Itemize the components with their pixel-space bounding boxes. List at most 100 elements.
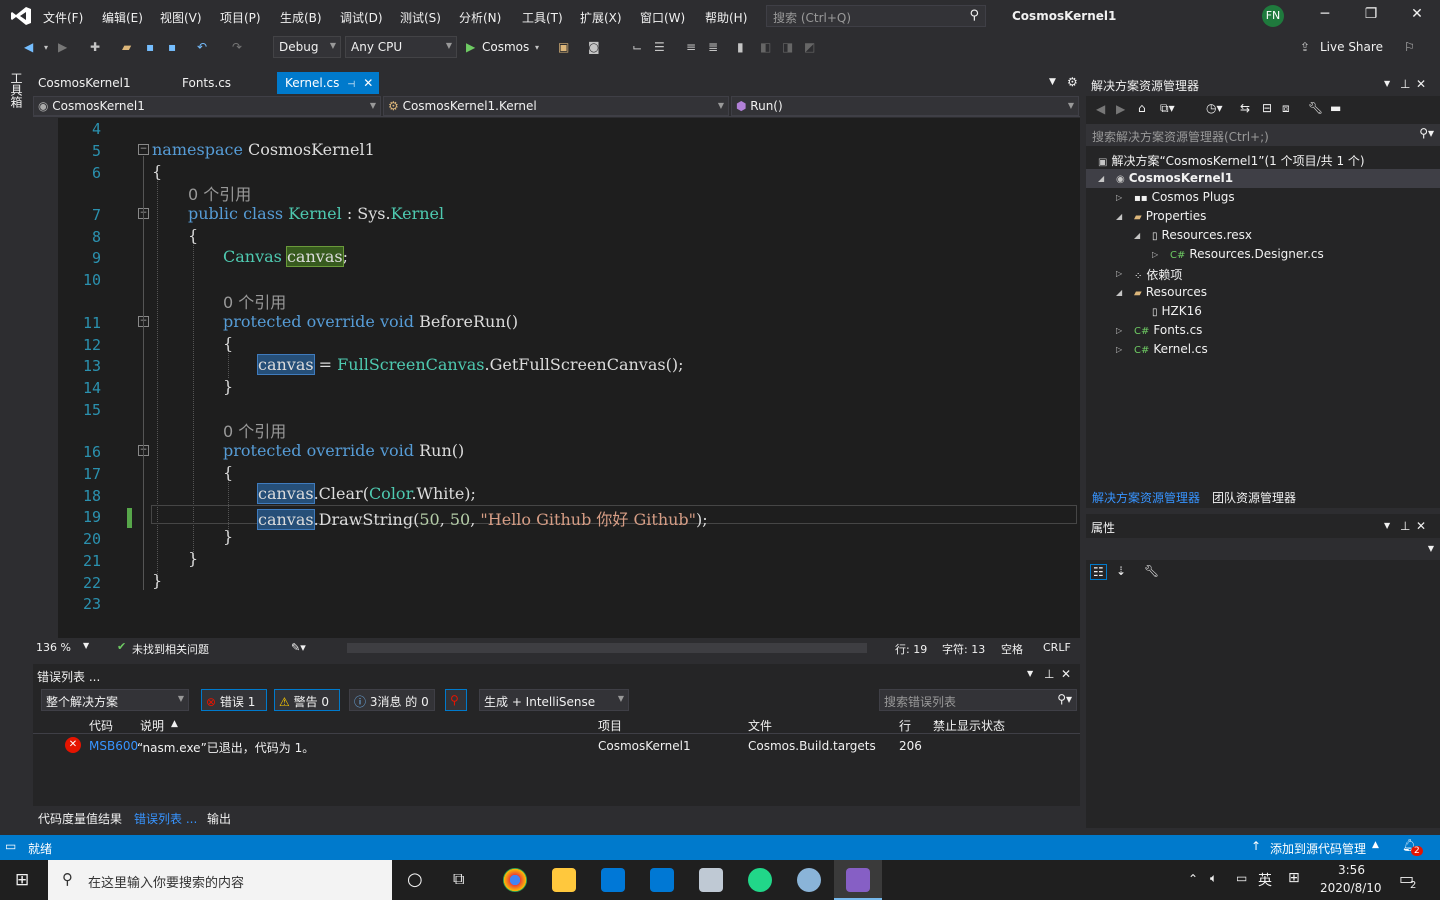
outdent-icon[interactable]: ≣ bbox=[708, 40, 718, 54]
tree-item-resources-folder[interactable]: ▰ Resources bbox=[1134, 285, 1207, 299]
settings-gear-icon[interactable]: ⚙ bbox=[1067, 75, 1078, 89]
panel-menu-icon[interactable]: ▼ bbox=[1384, 521, 1390, 530]
tree-item-resources-resx[interactable]: ▯ Resources.resx bbox=[1152, 228, 1252, 242]
redo-icon[interactable]: ↷ bbox=[232, 40, 242, 54]
volume-icon[interactable]: 🔈︎ bbox=[1210, 871, 1217, 886]
clock-time[interactable]: 3:56 bbox=[1338, 863, 1365, 877]
start-run-icon[interactable]: ▶ bbox=[466, 40, 475, 54]
menu-help[interactable]: 帮助(H) bbox=[705, 9, 747, 26]
panel-menu-icon[interactable]: ▼ bbox=[1027, 669, 1033, 678]
menu-test[interactable]: 测试(S) bbox=[400, 9, 441, 26]
collapsed-icon[interactable]: ▷ bbox=[1152, 250, 1158, 259]
categorized-icon[interactable]: ☷ bbox=[1090, 564, 1107, 580]
solution-search-input[interactable]: 搜索解决方案资源管理器(Ctrl+;) ⚲▾ bbox=[1086, 124, 1440, 146]
warnings-filter-button[interactable]: ⚠ 警告 0 bbox=[274, 689, 340, 711]
windows-start-icon[interactable]: ⊞ bbox=[15, 870, 29, 890]
menu-project[interactable]: 项目(P) bbox=[220, 9, 261, 26]
close-panel-icon[interactable]: ✕ bbox=[1061, 667, 1071, 681]
tree-item-resources-designer[interactable]: C# Resources.Designer.cs bbox=[1170, 247, 1324, 261]
live-share-icon[interactable]: ⇪ bbox=[1300, 40, 1310, 54]
errors-filter-button[interactable]: ⊗ 错误 1 bbox=[201, 689, 267, 711]
switch-view-icon[interactable]: ⧉▾ bbox=[1160, 101, 1175, 116]
tab-solution-explorer[interactable]: 解决方案资源管理器 bbox=[1092, 489, 1200, 506]
col-suppression[interactable]: 禁止显示状态 bbox=[933, 717, 1005, 734]
tree-item-cosmos-plugs[interactable]: ▪▪ Cosmos Plugs bbox=[1134, 190, 1235, 204]
visual-studio-taskbar-button[interactable] bbox=[834, 860, 882, 900]
scope-dropdown[interactable]: 整个解决方案 ▼ bbox=[41, 689, 189, 711]
network-icon[interactable]: ▭ bbox=[1236, 871, 1247, 885]
collapse-all-icon[interactable]: ⊟ bbox=[1262, 101, 1272, 115]
task-view-icon[interactable]: ⧉ bbox=[453, 869, 464, 889]
back-icon[interactable]: ◀ bbox=[24, 40, 33, 54]
toolbox-tab[interactable]: 工具箱 bbox=[8, 72, 25, 108]
tab-output[interactable]: 输出 bbox=[207, 810, 231, 827]
new-project-icon[interactable]: ✚ bbox=[90, 40, 100, 54]
show-all-files-icon[interactable]: ⧈ bbox=[1282, 101, 1290, 116]
back-icon[interactable]: ◀ bbox=[1096, 102, 1105, 116]
col-code[interactable]: 代码 bbox=[89, 717, 113, 734]
code-editor[interactable]: 4 5 6 7 8 9 10 11 12 13 14 15 16 17 18 1… bbox=[33, 118, 1080, 638]
tree-item-properties[interactable]: ▰ Properties bbox=[1134, 209, 1206, 223]
class-dropdown[interactable]: ⚙ CosmosKernel1.Kernel ▼ bbox=[383, 96, 729, 116]
add-to-source-control-button[interactable]: 添加到源代码管理 bbox=[1270, 840, 1366, 857]
zoom-level[interactable]: 136 % bbox=[36, 641, 71, 654]
menu-file[interactable]: 文件(F) bbox=[43, 9, 83, 26]
menu-debug[interactable]: 调试(D) bbox=[340, 9, 383, 26]
tree-item-dependencies[interactable]: ⁘ 依赖项 bbox=[1134, 266, 1182, 283]
forward-icon[interactable]: ▶ bbox=[58, 40, 67, 54]
error-search-input[interactable]: 搜索错误列表 ⚲▾ bbox=[879, 689, 1077, 711]
expanded-icon[interactable]: ◢ bbox=[1116, 212, 1122, 221]
home-icon[interactable]: ⌂ bbox=[1138, 101, 1146, 115]
step-icon[interactable]: ⌙ bbox=[632, 40, 642, 54]
tree-item-kernel-cs[interactable]: C# Kernel.cs bbox=[1134, 342, 1208, 356]
zoom-dropdown-icon[interactable]: ▼ bbox=[83, 641, 89, 650]
paint-app-icon[interactable] bbox=[797, 868, 821, 892]
close-panel-icon[interactable]: ✕ bbox=[1416, 77, 1426, 91]
menu-analyze[interactable]: 分析(N) bbox=[459, 9, 501, 26]
properties-wrench-icon[interactable]: 🔧︎ bbox=[1308, 101, 1323, 115]
expanded-icon[interactable]: ◢ bbox=[1098, 174, 1104, 183]
source-control-caret-icon[interactable]: ▲ bbox=[1372, 840, 1379, 850]
menu-edit[interactable]: 编辑(E) bbox=[102, 9, 143, 26]
codelens-references[interactable]: 0 个引用 bbox=[223, 418, 286, 442]
live-share-button[interactable]: Live Share bbox=[1320, 40, 1383, 54]
clock-date[interactable]: 2020/8/10 bbox=[1320, 881, 1382, 895]
close-panel-icon[interactable]: ✕ bbox=[1416, 519, 1426, 533]
collapse-icon[interactable]: − bbox=[138, 144, 149, 155]
tree-item-hzk16[interactable]: ▯ HZK16 bbox=[1152, 304, 1202, 318]
collapsed-icon[interactable]: ▷ bbox=[1116, 193, 1122, 202]
refactor-icon[interactable]: ✎▾ bbox=[291, 641, 306, 654]
tab-kernel-cs[interactable]: Kernel.cs ⊣ ✕ bbox=[277, 72, 379, 94]
menu-view[interactable]: 视图(V) bbox=[160, 9, 202, 26]
search-box[interactable]: 搜索 (Ctrl+Q) ⚲ bbox=[766, 5, 986, 27]
preview-icon[interactable]: ▬ bbox=[1330, 101, 1341, 115]
microsoft-store-icon[interactable] bbox=[601, 868, 625, 892]
chrome-icon[interactable] bbox=[503, 868, 527, 892]
open-folder-icon[interactable]: ▰ bbox=[122, 40, 131, 54]
config-dropdown[interactable]: Debug ▼ bbox=[273, 36, 341, 58]
tab-code-metrics[interactable]: 代码度量值结果 bbox=[38, 810, 122, 827]
mail-icon[interactable] bbox=[650, 868, 674, 892]
cortana-icon[interactable]: ○ bbox=[407, 869, 423, 890]
avatar[interactable]: FN bbox=[1262, 5, 1284, 27]
pin-icon[interactable]: ⊥ bbox=[1044, 667, 1054, 681]
col-file[interactable]: 文件 bbox=[748, 717, 772, 734]
close-tab-icon[interactable]: ✕ bbox=[363, 76, 373, 90]
tree-item-fonts-cs[interactable]: C# Fonts.cs bbox=[1134, 323, 1202, 337]
table-row[interactable]: ✕ MSB600 “nasm.exe”已退出，代码为 1。 CosmosKern… bbox=[33, 736, 1080, 756]
back-dropdown-icon[interactable]: ▾ bbox=[44, 43, 48, 52]
tab-fonts-cs[interactable]: Fonts.cs bbox=[174, 72, 239, 94]
pin-icon[interactable]: ⊥ bbox=[1400, 519, 1410, 533]
ime-mode-icon[interactable]: ⊞ bbox=[1288, 870, 1300, 886]
bookmark-next-icon[interactable]: ◨ bbox=[782, 40, 793, 54]
indent-icon[interactable]: ≡ bbox=[686, 40, 696, 54]
tab-error-list[interactable]: 错误列表 ... bbox=[134, 810, 197, 827]
menu-build[interactable]: 生成(B) bbox=[280, 9, 322, 26]
run-dropdown-icon[interactable]: ▾ bbox=[535, 43, 539, 52]
error-code-link[interactable]: MSB600 bbox=[89, 739, 138, 753]
alphabetical-icon[interactable]: ⇣ bbox=[1116, 564, 1126, 578]
save-all-icon[interactable]: ▪ bbox=[168, 40, 176, 54]
visual-studio-logo-icon[interactable] bbox=[10, 6, 32, 26]
tray-expand-icon[interactable]: ⌃ bbox=[1188, 872, 1198, 886]
bookmark-prev-icon[interactable]: ◧ bbox=[760, 40, 771, 54]
